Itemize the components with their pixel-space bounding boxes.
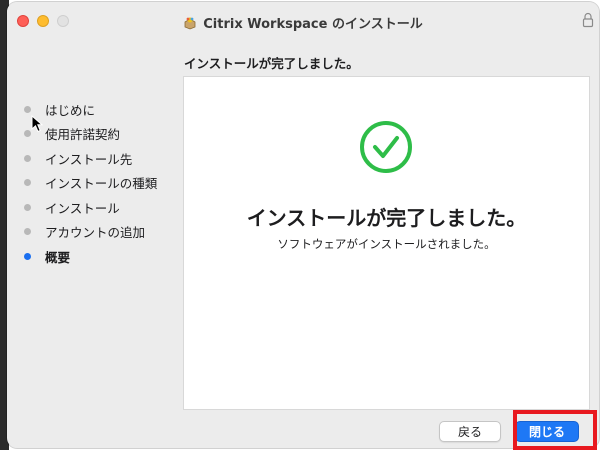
title-bar[interactable]: Citrix Workspace のインストール — [7, 2, 599, 42]
content-panel: インストールが完了しました。 ソフトウェアがインストールされました。 — [183, 76, 590, 410]
step-summary: 概要 — [21, 244, 157, 269]
step-bullet — [24, 105, 31, 113]
citrix-installer-icon — [184, 17, 196, 30]
step-label: インストールの種類 — [45, 176, 158, 192]
mouse-pointer-icon — [31, 115, 43, 133]
window-title-group: Citrix Workspace のインストール — [7, 13, 599, 32]
step-add-account: アカウントの追加 — [21, 220, 157, 245]
completion-message: ソフトウェアがインストールされました。 — [277, 237, 496, 251]
background-right-strip — [602, 0, 606, 450]
installer-window: Citrix Workspace のインストール インストールが完了しました。 … — [7, 2, 599, 448]
completion-title: インストールが完了しました。 — [246, 206, 527, 230]
step-label: はじめに — [45, 102, 96, 118]
window-title: Citrix Workspace のインストール — [203, 17, 423, 32]
step-label: インストール — [45, 200, 120, 216]
step-label: アカウントの追加 — [45, 225, 146, 241]
lock-icon — [582, 12, 594, 28]
step-installation-type: インストールの種類 — [21, 171, 157, 196]
page-subtitle: インストールが完了しました。 — [184, 56, 359, 71]
step-label: 使用許諾契約 — [45, 127, 121, 143]
step-label: 概要 — [45, 249, 71, 265]
check-circle-icon — [360, 121, 412, 173]
step-label: インストール先 — [45, 151, 133, 167]
step-bullet — [24, 228, 31, 236]
step-bullet — [24, 154, 31, 162]
step-installation: インストール — [21, 195, 157, 220]
back-button[interactable]: 戻る — [439, 421, 501, 442]
step-bullet — [24, 179, 31, 187]
step-bullet — [24, 203, 31, 211]
close-button[interactable]: 閉じる — [515, 421, 579, 442]
step-destination: インストール先 — [21, 146, 157, 171]
step-bullet — [24, 130, 31, 138]
step-bullet-active — [24, 252, 31, 260]
